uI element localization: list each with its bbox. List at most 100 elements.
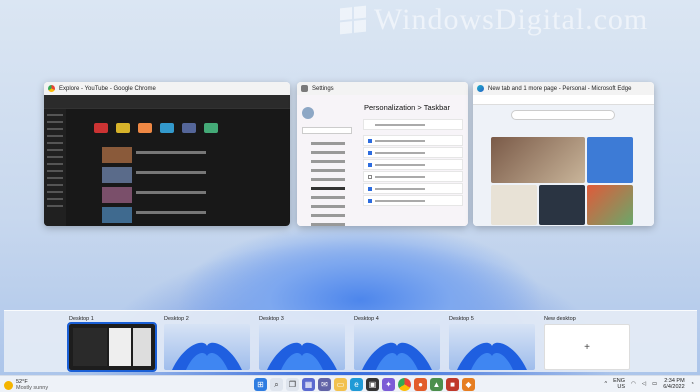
app-icon[interactable]: ■ <box>446 378 459 391</box>
sun-icon <box>4 380 13 390</box>
bloom-wallpaper-icon <box>267 342 337 370</box>
wifi-icon[interactable]: ◠ <box>631 381 636 387</box>
window-title: Explore - YouTube - Google Chrome <box>59 85 156 92</box>
settings-option-row <box>363 135 463 146</box>
widgets-icon[interactable]: ▦ <box>302 378 315 391</box>
edge-page-preview <box>473 95 654 226</box>
chevron-up-icon[interactable]: ^ <box>604 381 607 387</box>
desktop-thumbnail-3[interactable]: Desktop 3 <box>259 315 345 370</box>
weather-tile <box>587 137 633 183</box>
clock-date: 6/4/2022 <box>663 384 685 390</box>
window-title: Settings <box>312 85 334 92</box>
news-tile <box>491 137 585 183</box>
app-icon[interactable]: ● <box>414 378 427 391</box>
new-desktop-button[interactable]: New desktop + <box>544 315 630 370</box>
taskbar: 52°F Mostly sunny ⊞ ⌕ ❐ ▦ ✉ ▭ e ▣ ✦ ● ▲ … <box>0 375 700 392</box>
desktop-thumbnail-1[interactable]: Desktop 1 <box>67 315 157 372</box>
bloom-wallpaper-icon <box>172 342 242 370</box>
settings-option-row <box>363 119 463 130</box>
edge-icon <box>477 85 484 92</box>
video-title-line <box>136 171 206 174</box>
edge-icon[interactable]: e <box>350 378 363 391</box>
chrome-icon[interactable] <box>398 378 411 391</box>
settings-search-box <box>302 127 352 134</box>
speaker-icon[interactable]: ◁ <box>642 381 646 387</box>
video-thumbnail <box>102 207 132 223</box>
watermark: WindowsDigital.com <box>340 2 700 38</box>
bloom-wallpaper-icon <box>362 342 432 370</box>
youtube-page-preview <box>44 95 290 226</box>
settings-page-preview: Personalization > Taskbar <box>297 95 468 226</box>
edge-search-box <box>511 110 615 120</box>
window-preview <box>73 328 107 366</box>
desktop-label: Desktop 5 <box>449 316 474 322</box>
desktop-preview <box>449 324 535 370</box>
bloom-wallpaper-icon <box>457 342 527 370</box>
new-desktop-preview: + <box>544 324 630 370</box>
browser-toolbar <box>473 95 654 105</box>
chrome-icon <box>48 85 55 92</box>
window-title: New tab and 1 more page - Personal - Mic… <box>488 85 632 92</box>
file-explorer-icon[interactable]: ▭ <box>334 378 347 391</box>
desktop-thumbnail-4[interactable]: Desktop 4 <box>354 315 440 370</box>
settings-option-row <box>363 159 463 170</box>
news-tile <box>539 185 585 225</box>
search-icon[interactable]: ⌕ <box>270 378 283 391</box>
window-edge[interactable]: New tab and 1 more page - Personal - Mic… <box>473 82 654 226</box>
taskbar-apps: ⊞ ⌕ ❐ ▦ ✉ ▭ e ▣ ✦ ● ▲ ■ ◆ <box>254 378 475 391</box>
video-thumbnail <box>102 167 132 183</box>
window-chrome-youtube[interactable]: Explore - YouTube - Google Chrome <box>44 82 290 226</box>
traffic-tile <box>587 185 633 225</box>
desktop-label: Desktop 3 <box>259 316 284 322</box>
settings-option-row <box>363 183 463 194</box>
watermark-logo-icon <box>340 5 366 35</box>
notification-icon[interactable]: ◔ <box>691 381 694 387</box>
clock[interactable]: 2:34 PM 6/4/2022 <box>663 378 684 390</box>
settings-page-title: Personalization > Taskbar <box>364 103 450 112</box>
settings-nav <box>297 95 357 226</box>
messenger-icon[interactable]: ✦ <box>382 378 395 391</box>
app-icon[interactable]: ◆ <box>462 378 475 391</box>
settings-option-row <box>363 171 463 182</box>
desktop-label: Desktop 4 <box>354 316 379 322</box>
plus-icon: + <box>584 341 590 353</box>
system-tray: ^ ENG US ◠ ◁ ▭ 2:34 PM 6/4/2022 ◔ <box>604 378 694 390</box>
weather-desc: Mostly sunny <box>16 385 49 391</box>
video-title-line <box>136 151 206 154</box>
store-icon[interactable]: ▣ <box>366 378 379 391</box>
video-thumbnail <box>102 187 132 203</box>
chat-icon[interactable]: ✉ <box>318 378 331 391</box>
news-tile <box>491 185 537 225</box>
video-title-line <box>136 191 206 194</box>
window-settings[interactable]: Settings Personalization > Taskbar <box>297 82 468 226</box>
avatar <box>302 107 314 119</box>
settings-option-row <box>363 147 463 158</box>
weather-widget[interactable]: 52°F Mostly sunny <box>4 379 48 391</box>
language-indicator[interactable]: ENG US <box>613 378 625 390</box>
youtube-explore-categories <box>94 123 264 139</box>
desktop-preview <box>354 324 440 370</box>
battery-icon[interactable]: ▭ <box>652 381 657 387</box>
virtual-desktops-bar: Desktop 1 Desktop 2 Desktop 3 Desktop 4 … <box>4 310 697 372</box>
desktop-label: New desktop <box>544 316 576 322</box>
start-icon[interactable]: ⊞ <box>254 378 267 391</box>
video-title-line <box>136 211 206 214</box>
browser-toolbar <box>44 95 290 109</box>
watermark-text: WindowsDigital.com <box>374 3 649 36</box>
task-view-icon[interactable]: ❐ <box>286 378 299 391</box>
desktop-label: Desktop 1 <box>69 316 94 322</box>
app-icon[interactable]: ▲ <box>430 378 443 391</box>
window-preview <box>133 328 151 366</box>
window-titlebar[interactable]: New tab and 1 more page - Personal - Mic… <box>473 82 654 95</box>
desktop-preview <box>67 322 157 372</box>
desktop-label: Desktop 2 <box>164 316 189 322</box>
desktop-thumbnail-2[interactable]: Desktop 2 <box>164 315 250 370</box>
desktop-preview <box>164 324 250 370</box>
settings-option-row <box>363 195 463 206</box>
window-titlebar[interactable]: Explore - YouTube - Google Chrome <box>44 82 290 95</box>
desktop-preview <box>259 324 345 370</box>
desktop-thumbnail-5[interactable]: Desktop 5 <box>449 315 535 370</box>
settings-gear-icon <box>301 85 308 92</box>
window-titlebar[interactable]: Settings <box>297 82 468 95</box>
video-thumbnail <box>102 147 132 163</box>
